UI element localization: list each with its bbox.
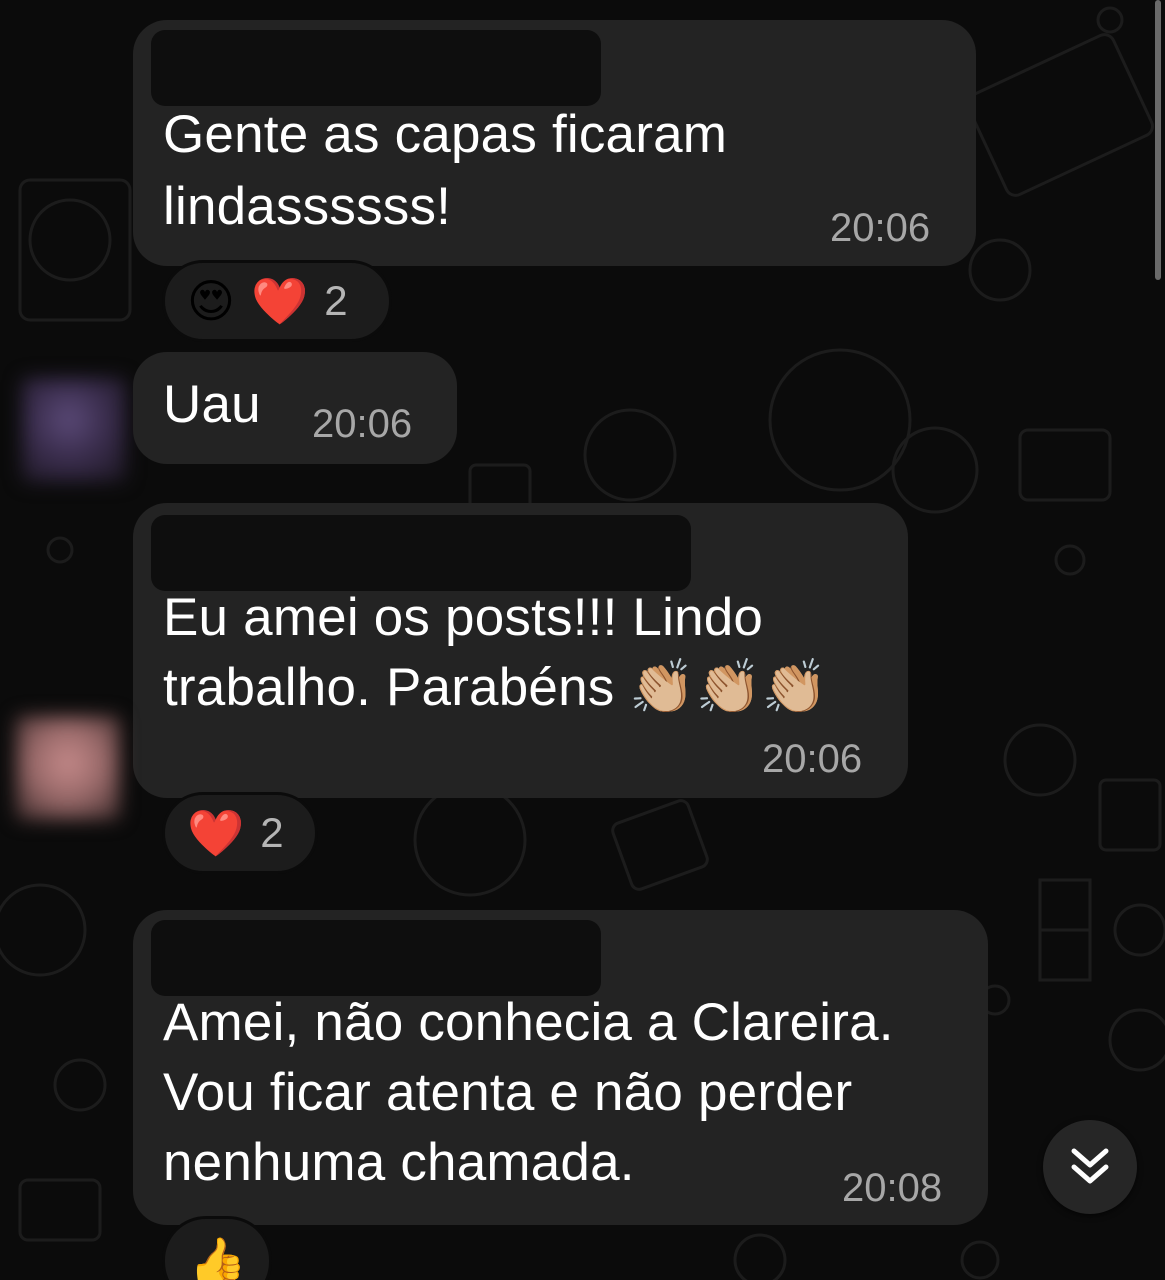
reaction-emoji: 😍	[187, 275, 235, 327]
message-text-line: Gente as capas ficaram	[163, 105, 728, 164]
message-timestamp: 20:06	[830, 206, 931, 250]
message-bubble-2[interactable]: Uau 20:06	[133, 352, 457, 464]
message-timestamp: 20:06	[312, 402, 413, 446]
message-text-line: nenhuma chamada.	[163, 1133, 635, 1192]
reaction-count: 2	[324, 277, 348, 324]
avatar[interactable]	[16, 716, 120, 820]
reaction-pill-3[interactable]: ❤️ 2	[162, 792, 318, 874]
sender-name-redacted	[151, 515, 691, 591]
message-bubble-4[interactable]: Amei, não conhecia a Clareira. Vou ficar…	[133, 910, 988, 1225]
message-timestamp: 20:06	[762, 737, 863, 781]
reaction-emoji: ❤️	[187, 807, 245, 859]
reaction-pill-1[interactable]: 😍 ❤️ 2	[162, 260, 392, 342]
chat-screen: Gente as capas ficaram lindassssss! 20:0…	[0, 0, 1165, 1280]
reaction-emoji: ❤️	[250, 275, 309, 327]
sender-name-redacted	[151, 920, 601, 996]
avatar[interactable]	[22, 378, 126, 482]
reaction-pill-4[interactable]: 👍	[162, 1216, 272, 1280]
reaction-emoji: 👍	[189, 1235, 247, 1280]
scrollbar-thumb[interactable]	[1155, 0, 1161, 280]
message-text-line: Vou ficar atenta e não perder	[163, 1063, 853, 1122]
message-text-line: trabalho. Parabéns 👏🏼👏🏼👏🏼	[163, 658, 828, 717]
double-chevron-down-icon	[1071, 1148, 1109, 1184]
reaction-count: 2	[260, 809, 284, 856]
sender-name-redacted	[151, 30, 601, 106]
message-timestamp: 20:08	[842, 1166, 943, 1210]
message-bubble-3[interactable]: Eu amei os posts!!! Lindo trabalho. Para…	[133, 503, 908, 798]
message-text-line: lindassssss!	[163, 177, 452, 236]
message-text-line: Amei, não conhecia a Clareira.	[163, 993, 894, 1052]
scroll-to-bottom-button[interactable]	[1043, 1120, 1137, 1214]
message-text-line: Eu amei os posts!!! Lindo	[163, 588, 764, 647]
message-bubble-1[interactable]: Gente as capas ficaram lindassssss! 20:0…	[133, 20, 976, 266]
message-text-line: Uau	[163, 375, 261, 434]
